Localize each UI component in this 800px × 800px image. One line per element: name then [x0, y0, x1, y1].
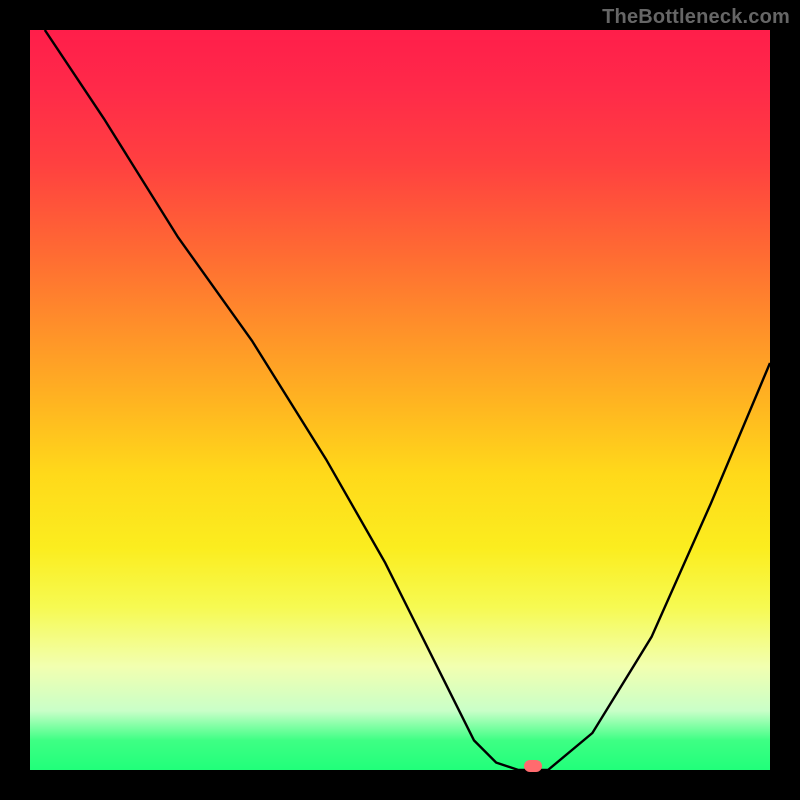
curve-svg [30, 30, 770, 770]
plot-area [30, 30, 770, 770]
watermark-label: TheBottleneck.com [602, 6, 790, 29]
chart-container: TheBottleneck.com [0, 0, 800, 800]
optimal-point-marker [524, 760, 542, 772]
bottleneck-curve [45, 30, 770, 770]
